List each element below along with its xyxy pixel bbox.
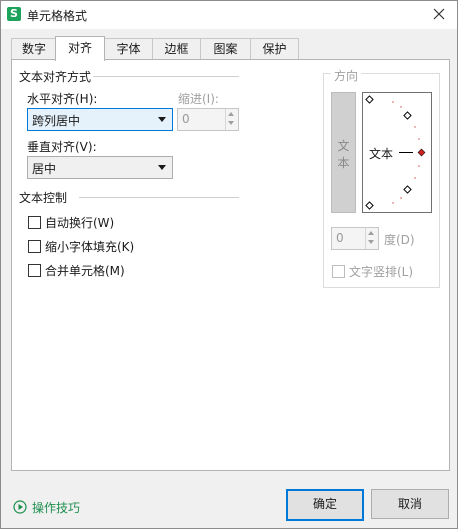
degree-label: 度(D) <box>384 233 415 247</box>
tab-number[interactable]: 数字 <box>11 38 57 60</box>
tab-pattern[interactable]: 图案 <box>200 38 251 60</box>
orientation-dial-text: 文本 <box>369 147 394 161</box>
app-icon: S <box>7 7 21 21</box>
vertical-text-button[interactable]: 文 本 <box>331 92 356 213</box>
ok-button[interactable]: 确定 <box>286 489 364 521</box>
tab-font[interactable]: 字体 <box>104 38 153 60</box>
close-icon <box>433 8 445 20</box>
horizontal-align-select[interactable]: 跨列居中 <box>27 108 173 131</box>
chevron-down-icon <box>158 117 166 122</box>
vertical-align-label: 垂直对齐(V): <box>27 140 97 154</box>
horizontal-align-label: 水平对齐(H): <box>27 92 98 106</box>
spin-down-icon <box>228 121 234 125</box>
close-button[interactable] <box>426 3 452 25</box>
vertical-text-checkbox[interactable] <box>332 265 345 278</box>
dialog-title: 单元格格式 <box>27 9 88 23</box>
wrap-text-label[interactable]: 自动换行(W) <box>45 214 114 231</box>
tips-label: 操作技巧 <box>32 501 81 515</box>
shrink-to-fit-label[interactable]: 缩小字体填充(K) <box>45 238 134 255</box>
spin-up-icon <box>228 112 234 116</box>
indent-value: 0 <box>182 112 190 126</box>
vertical-align-select[interactable]: 居中 <box>27 156 173 179</box>
degree-value: 0 <box>336 231 344 245</box>
orientation-dial[interactable]: 文本 <box>362 92 432 213</box>
text-control-section-divider <box>79 197 239 198</box>
indent-label: 缩进(I): <box>178 92 219 106</box>
tab-border[interactable]: 边框 <box>152 38 201 60</box>
chevron-down-icon <box>158 165 166 170</box>
indent-spin-buttons[interactable] <box>225 109 238 130</box>
vertical-text-char-1: 文 <box>337 139 350 153</box>
degree-spinner[interactable]: 0 <box>331 227 379 250</box>
spin-up-icon <box>368 231 374 235</box>
horizontal-align-value: 跨列居中 <box>32 114 81 128</box>
shrink-to-fit-checkbox[interactable] <box>28 240 41 253</box>
spin-down-icon <box>368 240 374 244</box>
cancel-button[interactable]: 取消 <box>371 489 449 519</box>
merge-cells-checkbox[interactable] <box>28 264 41 277</box>
alignment-section-title: 文本对齐方式 <box>19 68 94 85</box>
tab-protection[interactable]: 保护 <box>250 38 299 60</box>
play-circle-icon <box>13 500 27 514</box>
tab-alignment[interactable]: 对齐 <box>55 36 105 61</box>
merge-cells-label[interactable]: 合并单元格(M) <box>45 262 125 279</box>
alignment-section-divider <box>89 76 239 77</box>
vertical-text-label: 文字竖排(L) <box>349 265 414 279</box>
wrap-text-checkbox[interactable] <box>28 216 41 229</box>
vertical-align-value: 居中 <box>32 162 57 176</box>
text-control-section-title: 文本控制 <box>19 189 70 206</box>
indent-spinner[interactable]: 0 <box>177 108 239 131</box>
format-cells-dialog: S 单元格格式 数字 对齐 字体 边框 图案 保护 文本对齐方式 水平对齐(H)… <box>0 0 458 529</box>
degree-spin-buttons[interactable] <box>365 228 378 249</box>
orientation-section-title: 方向 <box>331 67 362 84</box>
title-bar: S 单元格格式 <box>1 1 457 29</box>
vertical-text-char-2: 本 <box>337 156 350 170</box>
